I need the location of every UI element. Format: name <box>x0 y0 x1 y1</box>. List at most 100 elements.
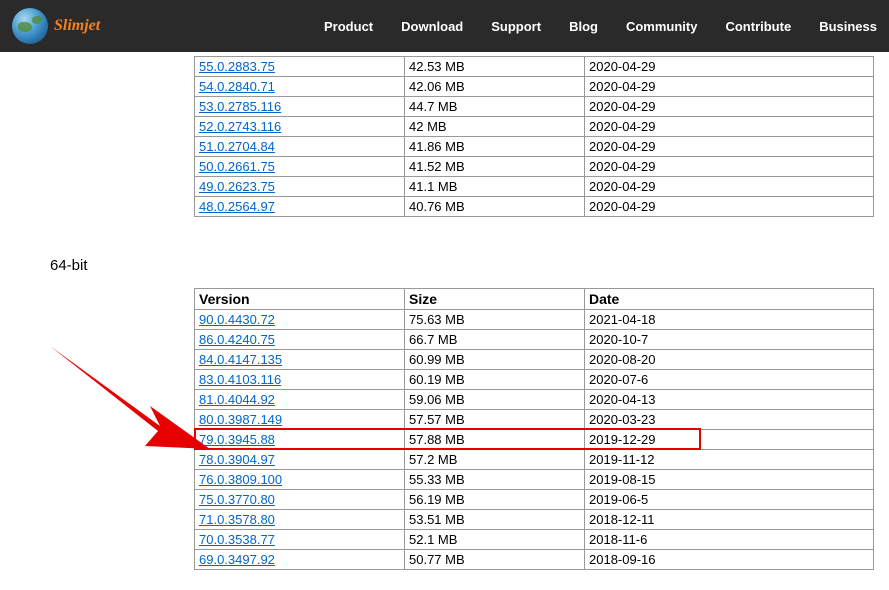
cell-version: 86.0.4240.75 <box>195 330 405 350</box>
cell-date: 2021-04-18 <box>585 310 874 330</box>
arrow-annotation-icon <box>40 331 220 471</box>
table-row: 80.0.3987.149 57.57 MB2020-03-23 <box>195 410 874 430</box>
version-link[interactable]: 80.0.3987.149 <box>199 412 282 427</box>
cell-version: 80.0.3987.149 <box>195 410 405 430</box>
cell-date: 2020-04-29 <box>585 197 874 217</box>
version-link[interactable]: 69.0.3497.92 <box>199 552 275 567</box>
cell-version: 71.0.3578.80 <box>195 510 405 530</box>
nav-download[interactable]: Download <box>401 19 463 34</box>
table-row: 79.0.3945.8857.88 MB2019-12-29 <box>195 430 874 450</box>
version-link[interactable]: 84.0.4147.135 <box>199 352 282 367</box>
version-link[interactable]: 55.0.2883.75 <box>199 59 275 74</box>
globe-icon <box>12 8 48 44</box>
cell-version: 78.0.3904.97 <box>195 450 405 470</box>
table-row: 70.0.3538.77 52.1 MB2018-11-6 <box>195 530 874 550</box>
cell-date: 2020-04-29 <box>585 77 874 97</box>
cell-date: 2020-04-29 <box>585 57 874 77</box>
version-link[interactable]: 83.0.4103.116 <box>199 372 281 387</box>
version-link[interactable]: 53.0.2785.116 <box>199 99 281 114</box>
cell-date: 2020-03-23 <box>585 410 874 430</box>
nav-community[interactable]: Community <box>626 19 698 34</box>
version-link[interactable]: 71.0.3578.80 <box>199 512 275 527</box>
cell-size: 41.86 MB <box>405 137 585 157</box>
cell-version: 53.0.2785.116 <box>195 97 405 117</box>
nav-blog[interactable]: Blog <box>569 19 598 34</box>
cell-size: 42 MB <box>405 117 585 137</box>
table-row: 84.0.4147.13560.99 MB2020-08-20 <box>195 350 874 370</box>
cell-size: 42.53 MB <box>405 57 585 77</box>
cell-size: 41.52 MB <box>405 157 585 177</box>
cell-version: 69.0.3497.92 <box>195 550 405 570</box>
table-row: 81.0.4044.92 59.06 MB2020-04-13 <box>195 390 874 410</box>
col-size: Size <box>405 289 585 310</box>
cell-version: 75.0.3770.80 <box>195 490 405 510</box>
cell-version: 79.0.3945.88 <box>195 430 405 450</box>
version-link[interactable]: 75.0.3770.80 <box>199 492 275 507</box>
table-row: 51.0.2704.84 41.86 MB2020-04-29 <box>195 137 874 157</box>
nav-business[interactable]: Business <box>819 19 877 34</box>
cell-size: 57.57 MB <box>405 410 585 430</box>
version-link[interactable]: 49.0.2623.75 <box>199 179 275 194</box>
cell-size: 42.06 MB <box>405 77 585 97</box>
table-row: 53.0.2785.11644.7 MB2020-04-29 <box>195 97 874 117</box>
table-row: 86.0.4240.7566.7 MB2020-10-7 <box>195 330 874 350</box>
cell-date: 2019-11-12 <box>585 450 874 470</box>
version-link[interactable]: 79.0.3945.88 <box>199 432 275 447</box>
nav-contribute[interactable]: Contribute <box>725 19 791 34</box>
cell-version: 76.0.3809.100 <box>195 470 405 490</box>
cell-version: 70.0.3538.77 <box>195 530 405 550</box>
logo-text: Slimjet <box>54 17 100 35</box>
cell-date: 2020-04-13 <box>585 390 874 410</box>
version-link[interactable]: 70.0.3538.77 <box>199 532 275 547</box>
version-link[interactable]: 86.0.4240.75 <box>199 332 275 347</box>
table-row: 71.0.3578.8053.51 MB2018-12-11 <box>195 510 874 530</box>
cell-size: 50.77 MB <box>405 550 585 570</box>
version-link[interactable]: 48.0.2564.97 <box>199 199 275 214</box>
cell-date: 2020-10-7 <box>585 330 874 350</box>
version-link[interactable]: 50.0.2661.75 <box>199 159 275 174</box>
table-row: 75.0.3770.8056.19 MB2019-06-5 <box>195 490 874 510</box>
cell-date: 2020-04-29 <box>585 97 874 117</box>
version-link[interactable]: 54.0.2840.71 <box>199 79 275 94</box>
table-row: 90.0.4430.7275.63 MB2021-04-18 <box>195 310 874 330</box>
cell-size: 56.19 MB <box>405 490 585 510</box>
cell-size: 59.06 MB <box>405 390 585 410</box>
cell-date: 2020-04-29 <box>585 177 874 197</box>
cell-version: 90.0.4430.72 <box>195 310 405 330</box>
cell-version: 50.0.2661.75 <box>195 157 405 177</box>
main-nav: Product Download Support Blog Community … <box>324 19 877 34</box>
table-header-row: Version Size Date <box>195 289 874 310</box>
cell-size: 60.19 MB <box>405 370 585 390</box>
table-row: 48.0.2564.97 40.76 MB2020-04-29 <box>195 197 874 217</box>
cell-date: 2020-04-29 <box>585 117 874 137</box>
cell-version: 81.0.4044.92 <box>195 390 405 410</box>
table-row: 69.0.3497.9250.77 MB2018-09-16 <box>195 550 874 570</box>
content-area: 55.0.2883.7542.53 MB2020-04-2954.0.2840.… <box>0 56 889 590</box>
cell-size: 57.88 MB <box>405 430 585 450</box>
cell-size: 53.51 MB <box>405 510 585 530</box>
table-row: 54.0.2840.71 42.06 MB2020-04-29 <box>195 77 874 97</box>
cell-date: 2018-11-6 <box>585 530 874 550</box>
cell-size: 52.1 MB <box>405 530 585 550</box>
table-row: 78.0.3904.97 57.2 MB2019-11-12 <box>195 450 874 470</box>
version-link[interactable]: 81.0.4044.92 <box>199 392 275 407</box>
table-row: 52.0.2743.116 42 MB2020-04-29 <box>195 117 874 137</box>
nav-product[interactable]: Product <box>324 19 373 34</box>
cell-version: 84.0.4147.135 <box>195 350 405 370</box>
cell-size: 55.33 MB <box>405 470 585 490</box>
version-link[interactable]: 76.0.3809.100 <box>199 472 282 487</box>
cell-date: 2020-04-29 <box>585 137 874 157</box>
version-link[interactable]: 78.0.3904.97 <box>199 452 275 467</box>
version-link[interactable]: 90.0.4430.72 <box>199 312 275 327</box>
table-row: 76.0.3809.10055.33 MB2019-08-15 <box>195 470 874 490</box>
logo-area[interactable]: Slimjet <box>12 8 100 44</box>
nav-support[interactable]: Support <box>491 19 541 34</box>
cell-size: 57.2 MB <box>405 450 585 470</box>
version-link[interactable]: 52.0.2743.116 <box>199 119 281 134</box>
cell-version: 54.0.2840.71 <box>195 77 405 97</box>
cell-size: 40.76 MB <box>405 197 585 217</box>
section-title-64bit: 64-bit <box>50 257 889 274</box>
cell-date: 2020-07-6 <box>585 370 874 390</box>
cell-version: 51.0.2704.84 <box>195 137 405 157</box>
version-link[interactable]: 51.0.2704.84 <box>199 139 275 154</box>
